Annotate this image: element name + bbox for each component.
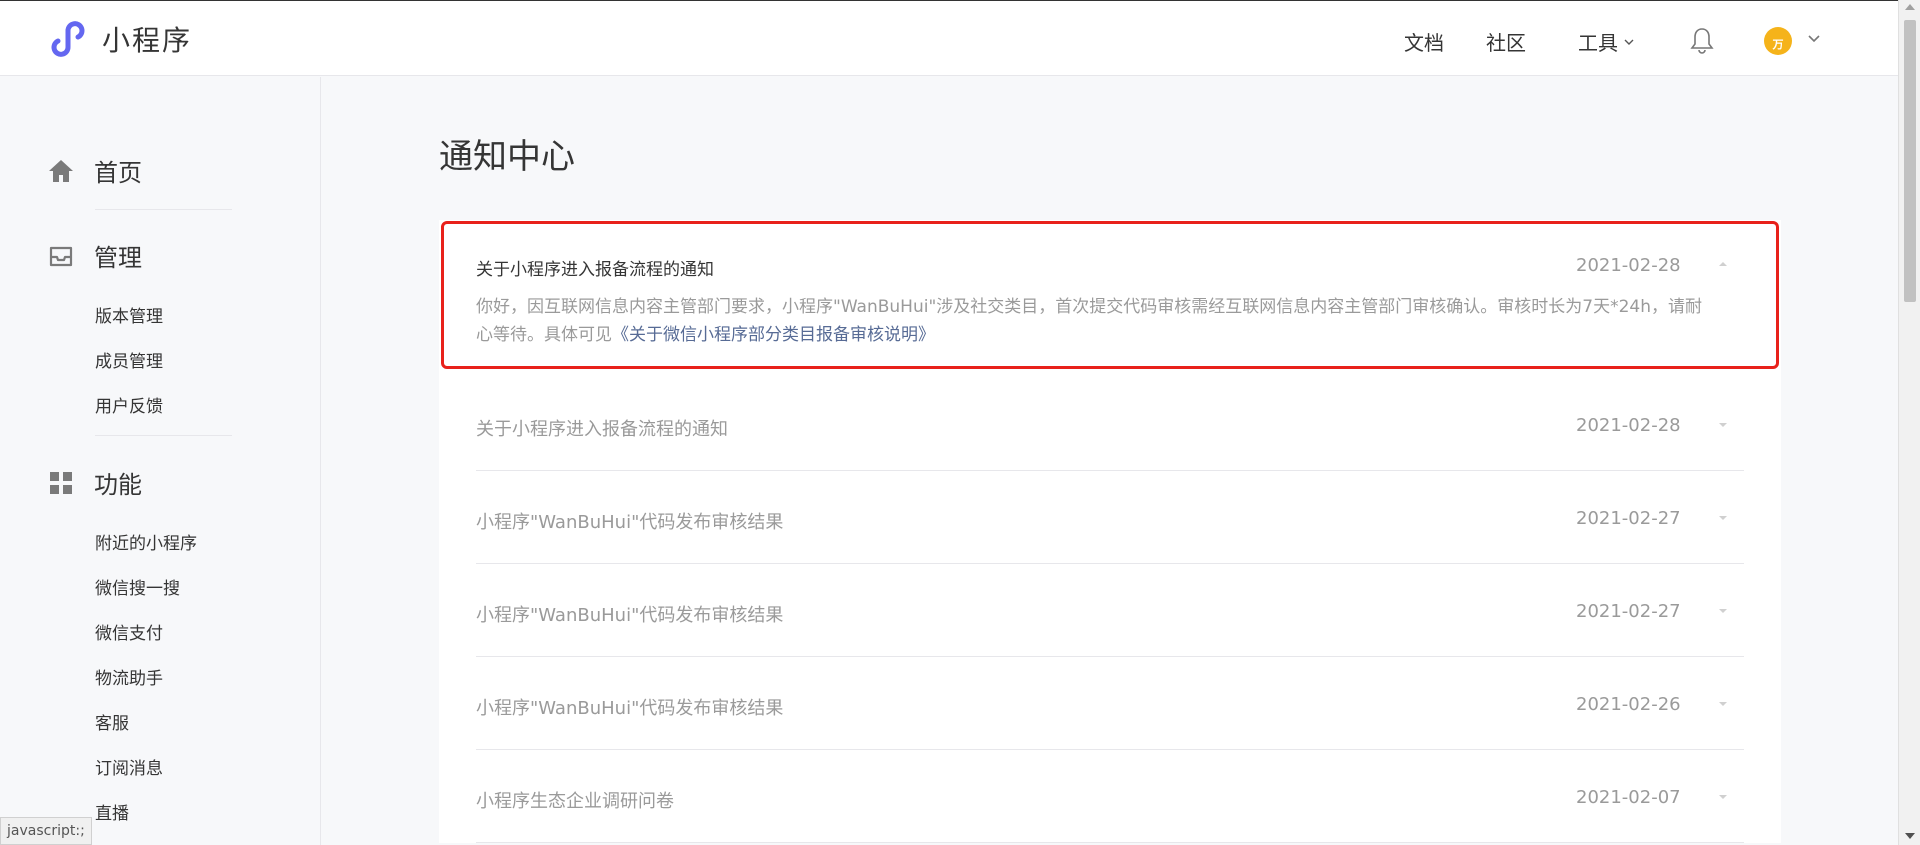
sidebar-item-user-feedback[interactable]: 用户反馈	[95, 392, 163, 417]
logo-text: 小程序	[102, 24, 193, 57]
notice-date: 2021-02-07	[1576, 787, 1681, 808]
scroll-down-arrow-icon[interactable]	[1905, 833, 1915, 839]
chevron-down-icon[interactable]	[1807, 33, 1821, 45]
bell-icon[interactable]	[1689, 26, 1715, 54]
caret-up-icon[interactable]	[1718, 260, 1728, 268]
page-title: 通知中心	[439, 137, 575, 177]
caret-down-icon[interactable]	[1718, 421, 1728, 429]
logo[interactable]: 小程序	[48, 19, 192, 59]
notice-title: 关于小程序进入报备流程的通知	[476, 419, 728, 440]
notice-title: 小程序"WanBuHui"代码发布审核结果	[476, 605, 784, 626]
nav-community-link[interactable]: 社区	[1486, 27, 1526, 56]
notice-title: 小程序"WanBuHui"代码发布审核结果	[476, 512, 784, 533]
notice-body: 你好，因互联网信息内容主管部门要求，小程序"WanBuHui"涉及社交类目，首次…	[476, 293, 1706, 349]
avatar-text: 万	[1772, 38, 1784, 51]
notice-item-expanded[interactable]: 关于小程序进入报备流程的通知 2021-02-28 你好，因互联网信息内容主管部…	[439, 220, 1781, 378]
sidebar-item-version-management[interactable]: 版本管理	[95, 302, 163, 327]
home-icon	[49, 159, 73, 182]
scroll-up-arrow-icon[interactable]	[1905, 4, 1915, 10]
notice-list: 关于小程序进入报备流程的通知 2021-02-28 你好，因互联网信息内容主管部…	[439, 220, 1781, 843]
list-item[interactable]: 小程序"WanBuHui"代码发布审核结果 2021-02-27	[476, 471, 1744, 564]
sidebar-item-label: 首页	[94, 159, 142, 187]
sidebar-item-nearby-miniprogram[interactable]: 附近的小程序	[95, 529, 197, 554]
notice-date: 2021-02-27	[1576, 508, 1681, 529]
caret-down-icon[interactable]	[1718, 514, 1728, 522]
notice-title: 小程序生态企业调研问卷	[476, 791, 674, 812]
sidebar-item-features[interactable]: 功能	[48, 465, 142, 500]
caret-down-icon[interactable]	[1718, 793, 1728, 801]
nav-tools-menu[interactable]: 工具	[1578, 27, 1634, 56]
notice-date: 2021-02-27	[1576, 601, 1681, 622]
list-item[interactable]: 小程序"WanBuHui"代码发布审核结果 2021-02-27	[476, 564, 1744, 657]
notice-body-link[interactable]: 《关于微信小程序部分类目报备审核说明》	[612, 325, 935, 345]
sidebar: 首页 管理 版本管理 成员管理 用户反馈 功能 附近的小程序 微信搜一搜 微信支…	[0, 77, 321, 845]
notice-title: 关于小程序进入报备流程的通知	[476, 260, 714, 280]
list-item[interactable]: 小程序"WanBuHui"代码发布审核结果 2021-02-26	[476, 657, 1744, 750]
nav-tools-label: 工具	[1578, 31, 1618, 55]
browser-status-bar: javascript:;	[0, 817, 92, 845]
sidebar-item-wechat-pay[interactable]: 微信支付	[95, 619, 163, 644]
sidebar-item-home[interactable]: 首页	[48, 153, 142, 188]
sidebar-divider	[95, 209, 232, 210]
sidebar-item-label: 管理	[94, 244, 142, 272]
notice-date: 2021-02-26	[1576, 694, 1681, 715]
notice-title: 小程序"WanBuHui"代码发布审核结果	[476, 698, 784, 719]
chevron-down-icon	[1624, 39, 1634, 45]
top-header: 小程序 文档 社区 工具 万	[0, 0, 1898, 76]
sidebar-item-manage[interactable]: 管理	[48, 238, 142, 273]
sidebar-divider	[95, 435, 232, 436]
caret-down-icon[interactable]	[1718, 700, 1728, 708]
nav-docs-link[interactable]: 文档	[1404, 27, 1444, 56]
page-scrollbar[interactable]	[1898, 0, 1920, 845]
list-item[interactable]: 关于小程序进入报备流程的通知 2021-02-28	[476, 378, 1744, 471]
notice-date: 2021-02-28	[1576, 255, 1681, 276]
list-item[interactable]: 小程序生态企业调研问卷 2021-02-07	[476, 750, 1744, 843]
sidebar-item-wechat-search[interactable]: 微信搜一搜	[95, 574, 180, 599]
sidebar-item-customer-service[interactable]: 客服	[95, 709, 129, 734]
sidebar-item-subscription-messages[interactable]: 订阅消息	[95, 754, 163, 779]
grid-icon	[50, 471, 72, 494]
sidebar-item-logistics[interactable]: 物流助手	[95, 664, 163, 689]
avatar[interactable]: 万	[1764, 27, 1792, 55]
miniprogram-logo-icon	[51, 21, 85, 57]
inbox-icon	[49, 246, 73, 266]
sidebar-item-label: 功能	[94, 471, 142, 499]
scroll-thumb[interactable]	[1904, 20, 1916, 302]
notice-date: 2021-02-28	[1576, 415, 1681, 436]
sidebar-item-live[interactable]: 直播	[95, 799, 129, 824]
sidebar-item-member-management[interactable]: 成员管理	[95, 347, 163, 372]
caret-down-icon[interactable]	[1718, 607, 1728, 615]
